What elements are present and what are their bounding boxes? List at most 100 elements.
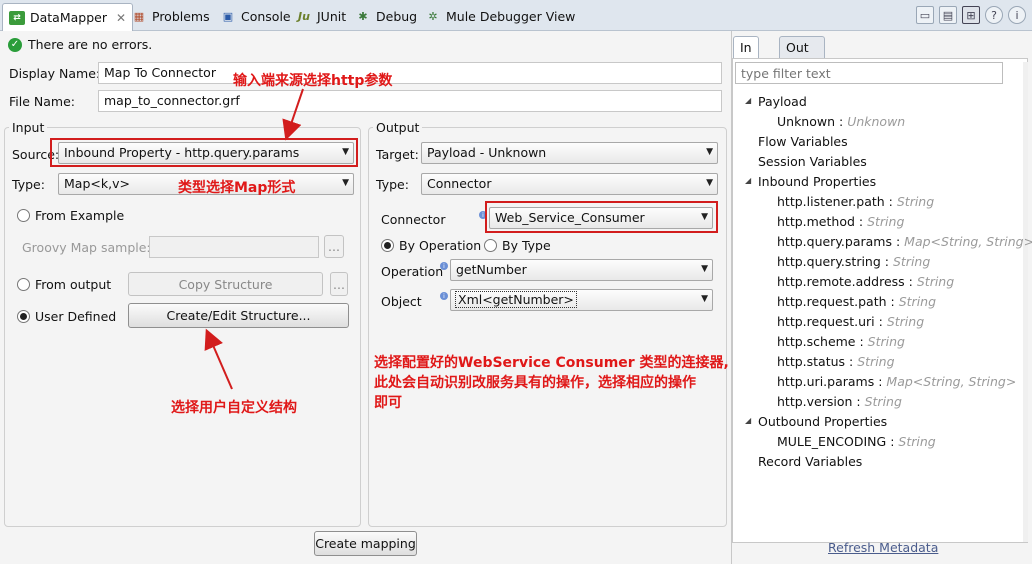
split-icon[interactable]: ▤ xyxy=(939,6,957,24)
close-icon[interactable]: ✕ xyxy=(116,11,126,25)
tree-item-label: http.status xyxy=(777,354,846,369)
tree-item[interactable]: http.uri.params : Map<String, String> xyxy=(777,374,1016,389)
tree-item[interactable]: http.remote.address : String xyxy=(777,274,954,289)
tab-in[interactable]: In xyxy=(733,36,759,58)
tree-item-label: http.listener.path xyxy=(777,194,885,209)
tree-item[interactable]: MULE_ENCODING : String xyxy=(777,434,936,449)
tree-item[interactable]: http.scheme : String xyxy=(777,334,905,349)
tree-item-type: String xyxy=(896,194,935,209)
datamapper-editor: ✓ There are no errors. Display Name: Map… xyxy=(0,31,731,564)
tab-debug[interactable]: ✱ Debug xyxy=(355,5,417,27)
tree-item-label: MULE_ENCODING xyxy=(777,434,887,449)
tree-item-label: http.version xyxy=(777,394,853,409)
tree-item-type: String xyxy=(867,214,905,229)
tree-item-separator: : xyxy=(874,314,887,329)
tree-item-label: http.uri.params xyxy=(777,374,875,389)
tree-item-label: http.query.params xyxy=(777,234,892,249)
tree-item-separator: : xyxy=(835,114,848,129)
tab-out[interactable]: Out xyxy=(779,36,825,58)
arrow-to-source xyxy=(282,88,304,141)
tree-item-type: String xyxy=(892,254,931,269)
tree-item-separator: : xyxy=(852,394,865,409)
tree-item-type: Map<String, String> xyxy=(904,234,1032,249)
tree-item-type: String xyxy=(886,314,925,329)
console-icon: ▣ xyxy=(222,9,234,23)
tree-item[interactable]: http.status : String xyxy=(777,354,895,369)
tree-item-label: http.scheme xyxy=(777,334,856,349)
tree-item[interactable]: Record Variables xyxy=(758,454,862,469)
tree-item-separator: : xyxy=(886,294,899,309)
tab-label: DataMapper xyxy=(30,10,107,25)
datamapper-icon: ⇄ xyxy=(9,10,25,25)
tab-label: Debug xyxy=(376,8,418,24)
tree-item[interactable]: Session Variables xyxy=(758,154,867,169)
tree-item-type: Map<String, String> xyxy=(886,374,1017,389)
tree-item-label: http.remote.address xyxy=(777,274,905,289)
filter-input[interactable] xyxy=(735,62,1003,84)
help-icon[interactable]: ? xyxy=(985,6,1003,24)
tree-item-type: String xyxy=(864,394,902,409)
tree-item-separator: : xyxy=(874,374,887,389)
tree-item-label: Outbound Properties xyxy=(758,414,888,429)
metadata-panel: In Out ◢ Payload Unknown : Unknown Flow Var… xyxy=(731,31,1032,564)
tree-item-label: Flow Variables xyxy=(758,134,848,149)
tree-item[interactable]: http.listener.path : String xyxy=(777,194,934,209)
tree-item-label: http.request.uri xyxy=(777,314,875,329)
problems-icon: ▦ xyxy=(133,9,145,23)
tree-view-icon[interactable]: ⊞ xyxy=(962,6,980,24)
expand-triangle-icon[interactable]: ◢ xyxy=(745,96,751,105)
tab-junit[interactable]: Ju JUnit xyxy=(296,5,346,27)
tree-item-type: String xyxy=(898,294,937,309)
tab-datamapper[interactable]: ⇄ DataMapper ✕ xyxy=(2,3,134,31)
expand-triangle-icon[interactable]: ◢ xyxy=(745,416,751,425)
tree-item[interactable]: Unknown : Unknown xyxy=(777,114,905,129)
refresh-metadata-link[interactable]: Refresh Metadata xyxy=(828,540,938,555)
tree-item[interactable]: http.request.path : String xyxy=(777,294,936,309)
tree-item-separator: : xyxy=(845,354,858,369)
tree-item[interactable]: http.request.uri : String xyxy=(777,314,924,329)
arrow-to-create-edit xyxy=(204,328,233,390)
tab-mule-debugger[interactable]: ✲ Mule Debugger View xyxy=(425,5,575,27)
info-icon[interactable]: i xyxy=(1008,6,1026,24)
tree-item-type: String xyxy=(898,434,936,449)
tree-item-separator: : xyxy=(855,334,868,349)
tab-console[interactable]: ▣ Console xyxy=(220,5,291,27)
tree-item-type: String xyxy=(857,354,895,369)
tree-item-label: Record Variables xyxy=(758,454,863,469)
layout-icon[interactable]: ▭ xyxy=(916,6,934,24)
tab-problems[interactable]: ▦ Problems xyxy=(131,5,210,27)
tree-item-separator: : xyxy=(880,254,893,269)
tab-label: JUnit xyxy=(317,8,347,24)
tree-item-separator: : xyxy=(892,234,905,249)
tree-item[interactable]: Outbound Properties xyxy=(758,414,887,429)
junit-icon: Ju xyxy=(298,9,310,23)
annotation-arrows xyxy=(204,88,304,390)
tree-item-type: String xyxy=(867,334,905,349)
tree-item-label: Unknown xyxy=(777,114,836,129)
tree-item-separator: : xyxy=(886,434,899,449)
tree-item[interactable]: Flow Variables xyxy=(758,134,848,149)
tree-item-label: http.query.string xyxy=(777,254,881,269)
tab-label: Problems xyxy=(152,8,210,24)
tree-item-label: http.method xyxy=(777,214,855,229)
tree-item[interactable]: http.query.string : String xyxy=(777,254,930,269)
tree-item-label: Session Variables xyxy=(758,154,867,169)
tree-item[interactable]: http.method : String xyxy=(777,214,904,229)
debug-icon: ✱ xyxy=(358,9,368,23)
tab-label: Mule Debugger View xyxy=(446,8,576,24)
tree-item-separator: : xyxy=(904,274,917,289)
tree-item[interactable]: http.query.params : Map<String, String> xyxy=(777,234,1032,249)
tree-item-label: Inbound Properties xyxy=(758,174,877,189)
tree-item[interactable]: http.version : String xyxy=(777,394,902,409)
tree-item[interactable]: Inbound Properties xyxy=(758,174,876,189)
mule-debugger-icon: ✲ xyxy=(428,9,438,23)
tab-label: Console xyxy=(241,8,291,24)
tree-item-label: http.request.path xyxy=(777,294,887,309)
expand-triangle-icon[interactable]: ◢ xyxy=(745,176,751,185)
tree-scrollbar[interactable] xyxy=(1023,62,1028,542)
tree-item-separator: : xyxy=(854,214,868,229)
tree-item-type: String xyxy=(916,274,955,289)
editor-tab-bar: ⇄ DataMapper ✕ ▦ Problems ▣ Console Ju J… xyxy=(0,0,1032,31)
tree-item-label: Payload xyxy=(758,94,807,109)
tree-item[interactable]: Payload xyxy=(758,94,807,109)
